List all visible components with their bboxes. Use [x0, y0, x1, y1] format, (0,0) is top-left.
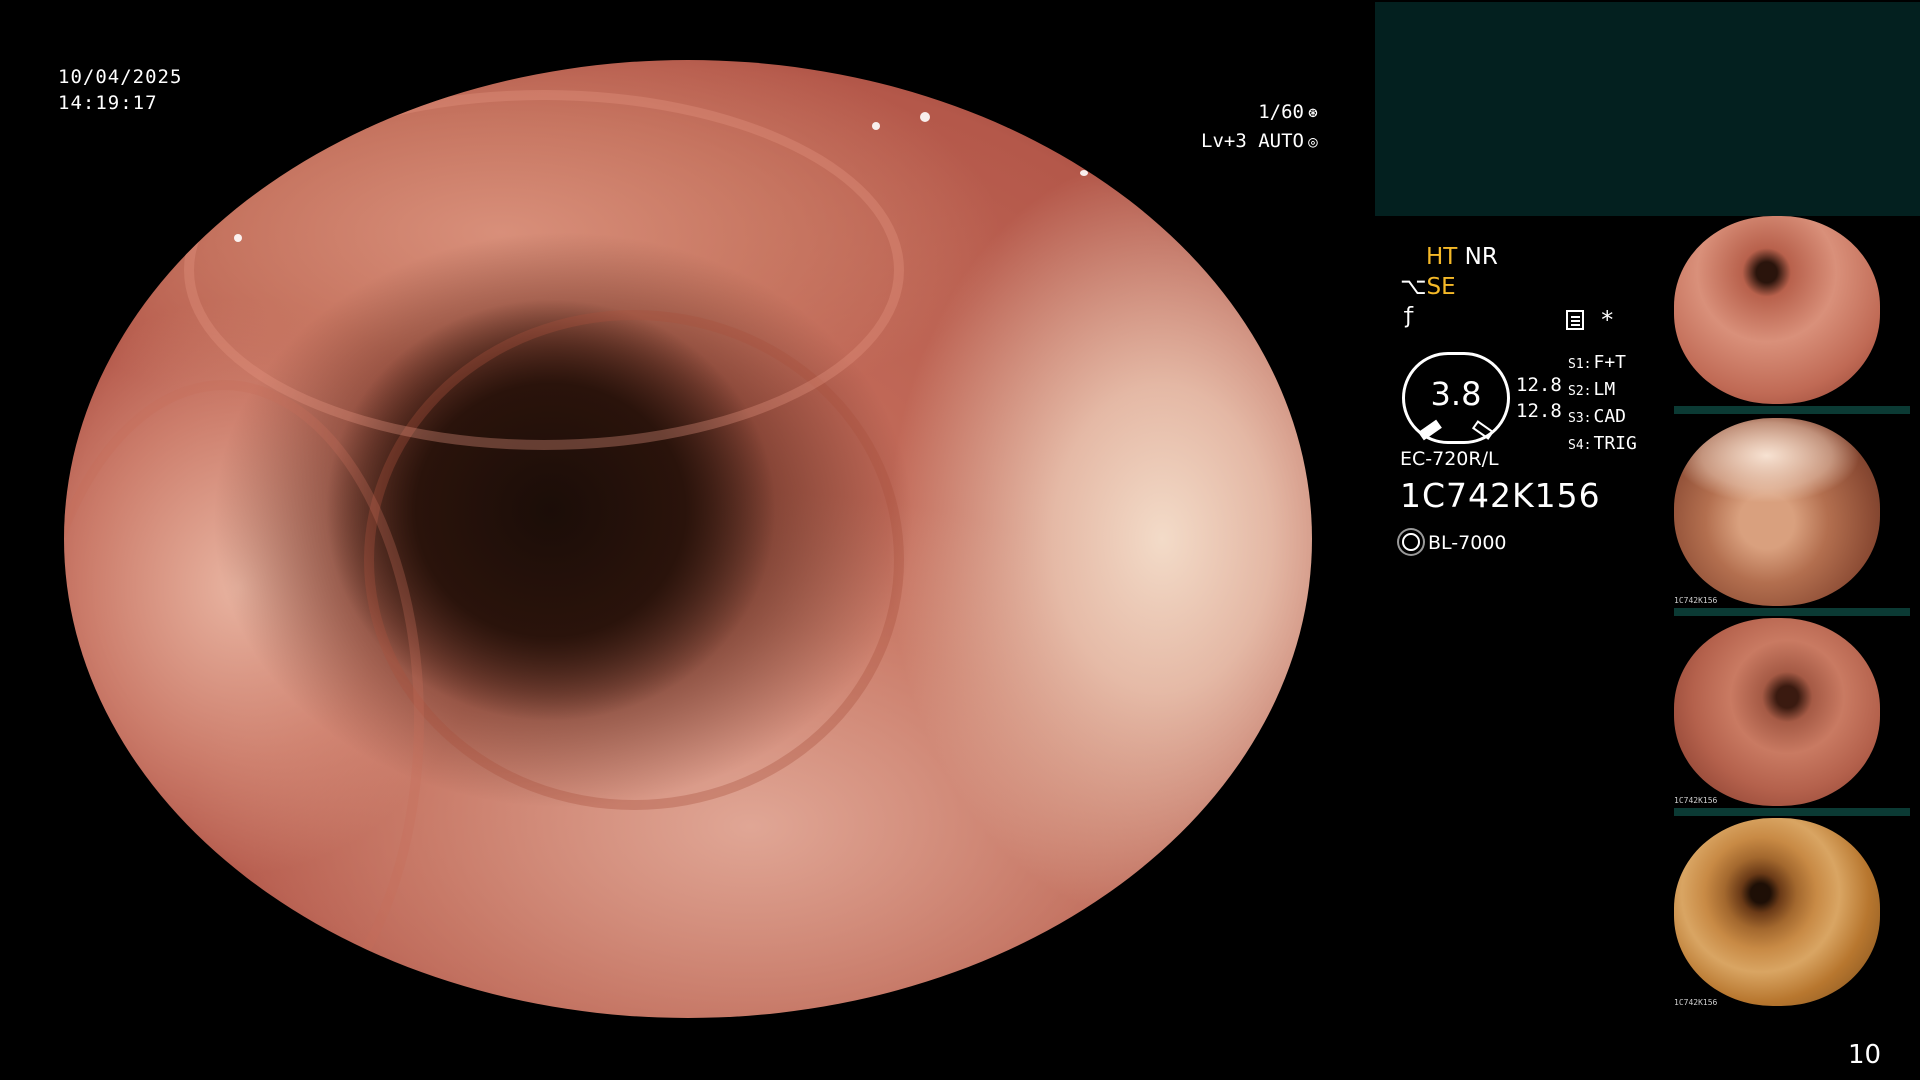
shutter-icon: ⊛ — [1308, 103, 1318, 122]
time-text: 14:19:17 — [58, 92, 158, 114]
auto-exposure-icon: ◎ — [1308, 132, 1318, 151]
switch-row: S3: CAD — [1568, 406, 1626, 427]
rate-readout: 12.8 12.8 — [1516, 372, 1562, 424]
light-reflection — [872, 122, 880, 130]
thumbnail-4[interactable] — [1674, 818, 1880, 1006]
light-reflection — [234, 234, 242, 242]
thumbnail-caption: 1C742K156 — [1674, 796, 1718, 805]
brightness-level: Lv+3 — [1201, 130, 1247, 152]
thumbnail-2[interactable] — [1674, 418, 1880, 606]
enhancement-row: HT NR — [1426, 244, 1498, 270]
switch-row: S1: F+T — [1568, 352, 1626, 373]
mucosal-fold — [184, 90, 904, 450]
light-reflection — [184, 208, 196, 226]
scope-model: EC-720R/L — [1400, 448, 1499, 470]
mucosal-fold — [64, 380, 424, 1018]
light-source-label: BL-7000 — [1428, 532, 1507, 554]
light-reflection — [920, 112, 930, 122]
switch-row: S4: TRIG — [1568, 433, 1637, 454]
gauge-value: 3.8 — [1430, 375, 1482, 413]
page-number: 10 — [1848, 1040, 1882, 1070]
exposure-mode: AUTO — [1258, 130, 1304, 152]
nr-label: NR — [1464, 244, 1498, 270]
se-label: SE — [1426, 274, 1456, 300]
switch-assignments: S1: F+T S2: LM S3: CAD S4: TRIG — [1568, 350, 1637, 458]
thumbnail-caption: 1C742K156 — [1674, 596, 1718, 605]
endoscope-main-view — [64, 60, 1312, 1018]
memo-icon — [1566, 310, 1584, 330]
gauge-right-marker — [1471, 420, 1495, 440]
thumbnail-caption: 1C742K156 — [1674, 998, 1718, 1007]
asterisk-icon: * — [1600, 306, 1615, 334]
gauge-display: 3.8 — [1402, 352, 1510, 444]
captured-thumbnails: 1C742K156 1C742K156 1C742K156 — [1670, 216, 1920, 1016]
light-reflection — [1080, 170, 1088, 176]
structure-row: ⌥SE — [1400, 274, 1456, 300]
scope-serial: 1C742K156 — [1400, 476, 1601, 515]
structure-icon: ⌥ — [1400, 274, 1427, 300]
date-time-readout: 10/04/2025 14:19:17 — [58, 64, 182, 116]
thumbnail-3[interactable] — [1674, 618, 1880, 806]
thumbnail-1[interactable] — [1674, 216, 1880, 404]
scope-info-panel: HT NR ⌥SE ƒ * 3.8 12.8 12.8 S1: F+T S2: LM… — [1396, 240, 1656, 560]
ht-label: HT — [1426, 244, 1458, 270]
freeze-icon: ƒ — [1402, 304, 1416, 329]
date-text: 10/04/2025 — [58, 66, 183, 88]
thumbnail-bar — [1674, 608, 1910, 616]
rate-1: 12.8 — [1516, 374, 1562, 396]
light-source-icon — [1402, 533, 1420, 551]
light-source-row: BL-7000 — [1402, 532, 1507, 554]
thumbnail-bar — [1674, 808, 1910, 816]
thumbnail-bar — [1674, 406, 1910, 414]
teal-header-panel — [1375, 2, 1920, 216]
exposure-readout: 1/60 ⊛ Lv+3 AUTO ◎ — [1150, 98, 1322, 156]
gauge-left-marker — [1418, 419, 1442, 441]
switch-row: S2: LM — [1568, 379, 1616, 400]
shutter-speed: 1/60 — [1258, 101, 1304, 123]
rate-2: 12.8 — [1516, 400, 1562, 422]
